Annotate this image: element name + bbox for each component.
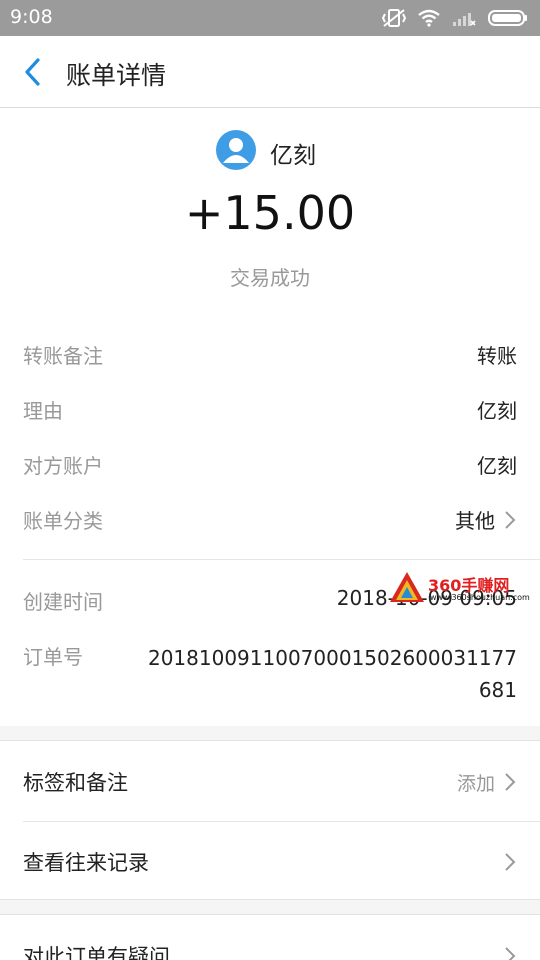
history-label: 查看往来记录 — [23, 851, 149, 875]
detail-row-account: 对方账户 亿刻 — [23, 450, 517, 480]
back-button[interactable] — [16, 54, 52, 90]
detail-row-reason: 理由 亿刻 — [23, 395, 517, 425]
user-icon — [223, 138, 249, 163]
status-icons — [382, 8, 528, 28]
watermark-logo — [390, 572, 424, 602]
transaction-detail-card: 亿刻 +15.00 交易成功 转账备注 转账 理由 亿刻 对方账户 亿刻 账单分… — [0, 108, 540, 726]
order-label: 订单号 — [23, 645, 83, 669]
page-title: 账单详情 — [66, 61, 167, 90]
chevron-right-icon — [505, 853, 516, 871]
detail-value: 亿刻 — [477, 399, 517, 423]
signal-icon — [453, 13, 476, 26]
status-time: 9:08 — [10, 6, 53, 28]
created-label: 创建时间 — [23, 590, 103, 614]
detail-label: 账单分类 — [23, 509, 103, 533]
chevron-right-icon — [505, 947, 516, 960]
counterparty-name: 亿刻 — [270, 143, 316, 169]
transaction-status: 交易成功 — [230, 266, 310, 290]
wifi-icon — [418, 9, 440, 27]
question-label: 对此订单有疑问 — [23, 945, 170, 960]
order-number: 20181009110070001502600031177681 — [147, 646, 517, 702]
avatar — [216, 130, 256, 170]
detail-value: 其他 — [455, 509, 495, 533]
detail-value: 转账 — [477, 344, 517, 368]
history-item[interactable]: 查看往来记录 — [23, 821, 517, 901]
detail-row-category[interactable]: 账单分类 其他 — [23, 505, 517, 535]
transaction-amount: +15.00 — [184, 186, 356, 240]
battery-icon — [488, 10, 527, 26]
nav-bar: 账单详情 — [0, 36, 540, 108]
vibrate-icon — [382, 9, 406, 27]
tags-and-notes-item[interactable]: 标签和备注 添加 — [23, 741, 517, 821]
add-tag-link: 添加 — [456, 773, 495, 795]
detail-label: 对方账户 — [23, 454, 103, 478]
watermark-url: www.360shouzhuan.com — [430, 593, 530, 602]
detail-label: 转账备注 — [23, 344, 103, 368]
divider — [23, 559, 540, 560]
status-bar: 9:08 — [0, 0, 540, 36]
chevron-left-icon — [25, 58, 40, 86]
tags-label: 标签和备注 — [23, 771, 128, 795]
chevron-right-icon — [505, 511, 516, 529]
chevron-right-icon — [505, 773, 516, 791]
detail-label: 理由 — [23, 399, 63, 423]
detail-value: 亿刻 — [477, 454, 517, 478]
watermark: 360手赚网 www.360shouzhuan.com — [388, 570, 538, 606]
question-item[interactable]: 对此订单有疑问 — [23, 915, 517, 960]
actions-card: 标签和备注 添加 查看往来记录 — [0, 740, 540, 900]
detail-row-remark: 转账备注 转账 — [23, 340, 517, 370]
question-card: 对此订单有疑问 — [0, 914, 540, 960]
